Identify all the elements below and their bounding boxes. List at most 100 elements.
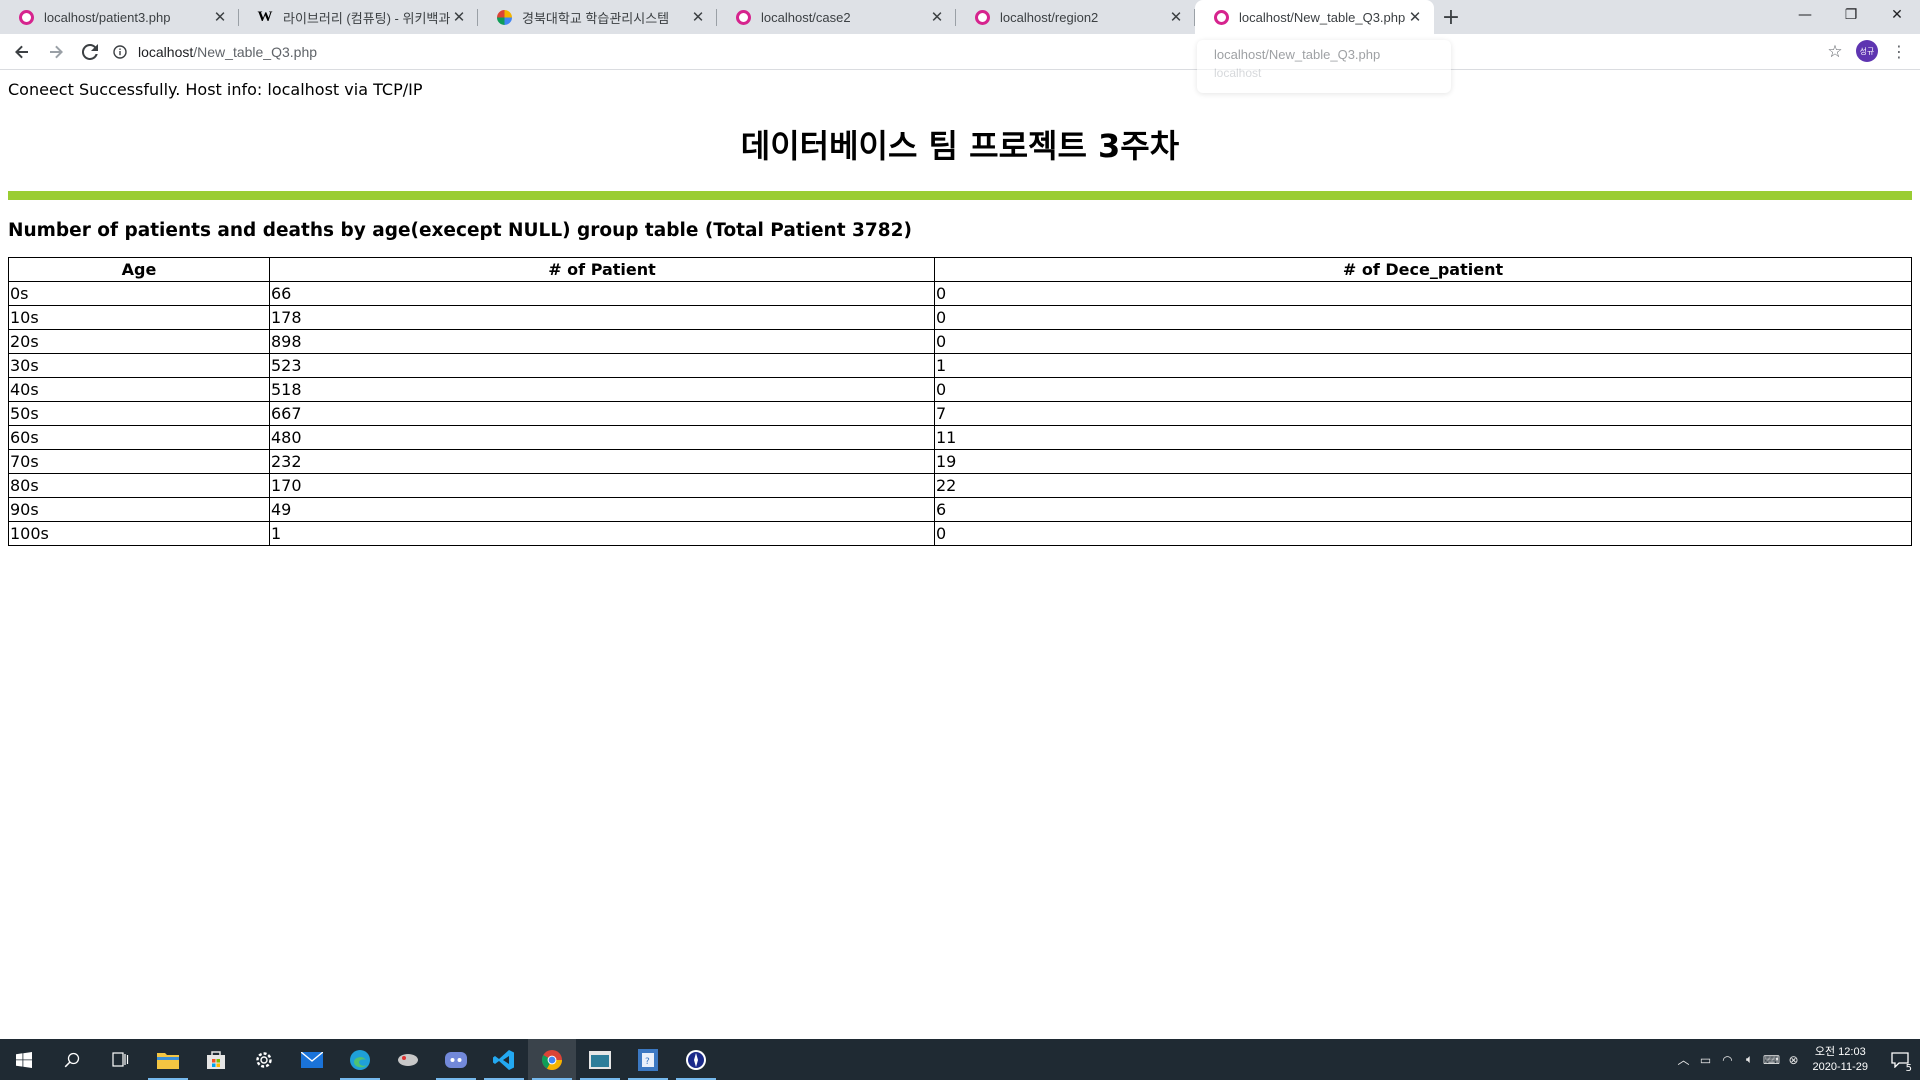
patient-count-cell: 49 <box>269 497 935 522</box>
deceased-count-cell: 6 <box>934 497 1912 522</box>
age-cell: 70s <box>8 449 270 474</box>
keyboard-icon[interactable]: ⌨︎ <box>1761 1039 1783 1080</box>
hover-card-title: localhost/New_table_Q3.php <box>1214 47 1381 62</box>
taskbar-vscode[interactable] <box>480 1039 528 1080</box>
taskbar-app-compass[interactable] <box>672 1039 720 1080</box>
edge-icon <box>350 1049 370 1070</box>
close-icon[interactable]: ✕ <box>1167 8 1185 26</box>
tab-title: localhost/region2 <box>1000 9 1099 25</box>
ime-status-icon[interactable]: ⊗ <box>1783 1039 1805 1080</box>
patient-count-cell: 480 <box>269 425 935 450</box>
reload-icon <box>82 43 98 60</box>
column-header-deceased: # of Dece_patient <box>934 257 1912 282</box>
deceased-count-cell: 19 <box>934 449 1912 474</box>
close-window-button[interactable]: ✕ <box>1874 0 1920 30</box>
mail-icon <box>301 1051 323 1068</box>
restore-button[interactable]: ❐ <box>1828 0 1874 30</box>
table-row: 60s 480 11 <box>8 425 1912 450</box>
age-cell: 0s <box>8 281 270 306</box>
age-cell: 80s <box>8 473 270 498</box>
table-row: 50s 667 7 <box>8 401 1912 426</box>
patient-count-cell: 1 <box>269 521 935 546</box>
chrome-icon <box>541 1049 562 1070</box>
restore-icon: ❐ <box>1844 7 1858 23</box>
column-header-age: Age <box>8 257 270 282</box>
localhost-favicon-icon <box>18 9 34 25</box>
deceased-count-cell: 7 <box>934 401 1912 426</box>
tab-strip: localhost/patient3.php ✕ W 라이브러리 (컴퓨팅) -… <box>0 0 1920 34</box>
bookmark-star-icon[interactable]: ☆ <box>1825 42 1845 62</box>
wifi-icon[interactable]: ◠ <box>1717 1039 1739 1080</box>
start-button[interactable] <box>0 1039 48 1080</box>
table-row: 80s 170 22 <box>8 473 1912 498</box>
deceased-count-cell: 0 <box>934 329 1912 354</box>
table-row: 10s 178 0 <box>8 305 1912 330</box>
search-icon <box>64 1052 80 1067</box>
notification-count-badge: 5 <box>1905 1063 1912 1074</box>
tab-region2[interactable]: localhost/region2 ✕ <box>956 0 1195 34</box>
bird-app-icon <box>398 1053 418 1066</box>
taskbar-file-explorer[interactable] <box>144 1039 192 1080</box>
minimize-button[interactable]: — <box>1782 0 1828 30</box>
tab-wikipedia[interactable]: W 라이브러리 (컴퓨팅) - 위키백과 ✕ <box>239 0 478 34</box>
tab-new-table-q3[interactable]: localhost/New_table_Q3.php ✕ <box>1195 0 1434 34</box>
tab-title: localhost/patient3.php <box>44 9 171 25</box>
taskbar-app-terminal[interactable] <box>576 1039 624 1080</box>
close-icon[interactable]: ✕ <box>450 8 468 26</box>
taskbar-settings[interactable] <box>240 1039 288 1080</box>
deceased-count-cell: 22 <box>934 473 1912 498</box>
new-tab-button[interactable]: + <box>1434 0 1468 34</box>
table-row: 70s 232 19 <box>8 449 1912 474</box>
knu-lms-favicon-icon <box>496 9 512 25</box>
address-bar[interactable]: localhost/New_table_Q3.php ☆ <box>110 37 1845 67</box>
tab-patient3[interactable]: localhost/patient3.php ✕ <box>0 0 239 34</box>
url-path: /New_table_Q3.php <box>193 44 318 60</box>
info-icon[interactable] <box>110 42 130 62</box>
battery-icon[interactable]: ▭ <box>1695 1039 1717 1080</box>
volume-icon[interactable]: 🔈︎ <box>1739 1039 1761 1080</box>
system-tray: ︿ ▭ ◠ 🔈︎ ⌨︎ ⊗ 오전 12:03 2020-11-29 5 <box>1673 1039 1920 1080</box>
close-icon[interactable]: ✕ <box>928 8 946 26</box>
age-cell: 30s <box>8 353 270 378</box>
tab-knu-lms[interactable]: 경북대학교 학습관리시스템 ✕ <box>478 0 717 34</box>
store-bag-icon <box>207 1050 225 1069</box>
close-icon[interactable]: ✕ <box>211 8 229 26</box>
search-button[interactable] <box>48 1039 96 1080</box>
notification-center-button[interactable]: 5 <box>1880 1039 1920 1080</box>
taskbar-clock[interactable]: 오전 12:03 2020-11-29 <box>1813 1045 1868 1075</box>
tab-case2[interactable]: localhost/case2 ✕ <box>717 0 956 34</box>
clock-time: 오전 12:03 <box>1814 1045 1866 1058</box>
age-cell: 20s <box>8 329 270 354</box>
localhost-favicon-icon <box>1213 9 1229 25</box>
forward-button[interactable] <box>40 36 72 68</box>
taskbar-app-bird[interactable] <box>384 1039 432 1080</box>
url-host: localhost <box>138 44 194 60</box>
deceased-count-cell: 0 <box>934 281 1912 306</box>
taskbar-app-document[interactable]: ? <box>624 1039 672 1080</box>
back-button[interactable] <box>6 36 38 68</box>
task-view-button[interactable] <box>96 1039 144 1080</box>
taskbar-chrome[interactable] <box>528 1039 576 1080</box>
column-header-patients: # of Patient <box>269 257 935 282</box>
localhost-favicon-icon <box>974 9 990 25</box>
close-icon: ✕ <box>1891 7 1903 23</box>
svg-text:?: ? <box>645 1057 650 1067</box>
arrow-right-icon <box>50 45 63 58</box>
close-icon[interactable]: ✕ <box>689 8 707 26</box>
taskbar-store[interactable] <box>192 1039 240 1080</box>
close-icon[interactable]: ✕ <box>1406 8 1424 26</box>
age-cell: 100s <box>8 521 270 546</box>
vscode-icon <box>493 1049 514 1070</box>
profile-avatar[interactable]: 성규 <box>1856 40 1878 62</box>
taskbar-mail[interactable] <box>288 1039 336 1080</box>
taskbar-edge[interactable] <box>336 1039 384 1080</box>
patient-count-cell: 232 <box>269 449 935 474</box>
patient-count-cell: 667 <box>269 401 935 426</box>
age-cell: 50s <box>8 401 270 426</box>
task-view-icon <box>111 1052 128 1067</box>
compass-app-icon <box>686 1049 706 1070</box>
chevron-up-icon[interactable]: ︿ <box>1673 1039 1695 1080</box>
reload-button[interactable] <box>74 36 106 68</box>
taskbar-discord[interactable] <box>432 1039 480 1080</box>
more-menu-icon[interactable]: ⋮ <box>1888 40 1910 62</box>
